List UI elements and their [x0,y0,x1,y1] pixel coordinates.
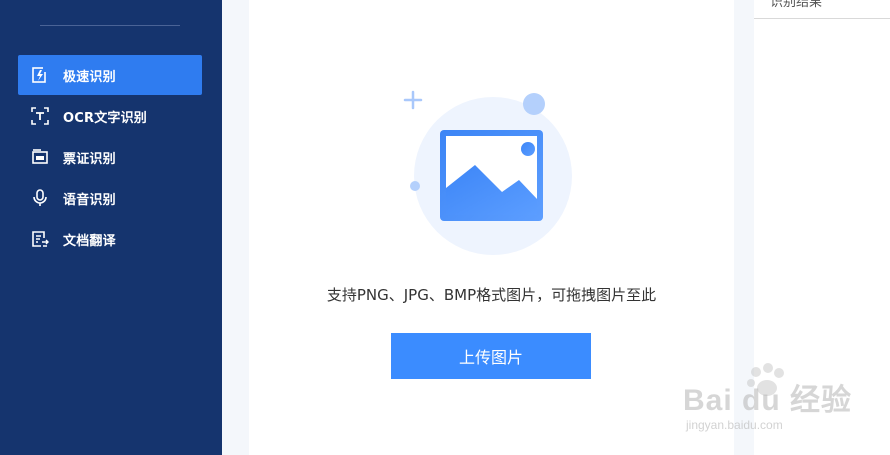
sidebar-item-ticket[interactable]: 票证识别 [18,137,202,177]
image-placeholder-illustration [399,85,589,265]
sidebar: 极速识别 OCR文字识别 票证识别 语音识别 文档翻译 [0,0,222,455]
sidebar-item-label: 文档翻译 [63,233,116,249]
ticket-icon [31,148,49,166]
sidebar-item-label: 票证识别 [63,151,116,167]
watermark-url: jingyan.baidu.com [686,418,783,432]
upload-panel[interactable]: 支持PNG、JPG、BMP格式图片，可拖拽图片至此 上传图片 [249,0,734,455]
sidebar-divider [40,25,180,26]
microphone-icon [31,189,49,207]
sidebar-item-label: 语音识别 [63,192,116,208]
upload-image-button[interactable]: 上传图片 [391,333,591,379]
result-title: 识别结果 [770,0,823,10]
sidebar-nav: 极速识别 OCR文字识别 票证识别 语音识别 文档翻译 [18,55,202,260]
content-gutter [222,0,249,455]
sidebar-item-fast-recognition[interactable]: 极速识别 [18,55,202,95]
lightning-doc-icon [31,66,49,84]
result-divider [754,18,890,19]
sidebar-item-doc-translate[interactable]: 文档翻译 [18,219,202,259]
text-scan-icon [31,107,49,125]
sidebar-item-speech[interactable]: 语音识别 [18,178,202,218]
sidebar-item-ocr[interactable]: OCR文字识别 [18,96,202,136]
watermark-brand: Bai du 经验 [683,384,853,417]
sidebar-item-label: OCR文字识别 [63,110,148,126]
doc-translate-icon [31,230,49,248]
upload-hint: 支持PNG、JPG、BMP格式图片，可拖拽图片至此 [326,286,657,304]
sidebar-item-label: 极速识别 [63,69,116,85]
